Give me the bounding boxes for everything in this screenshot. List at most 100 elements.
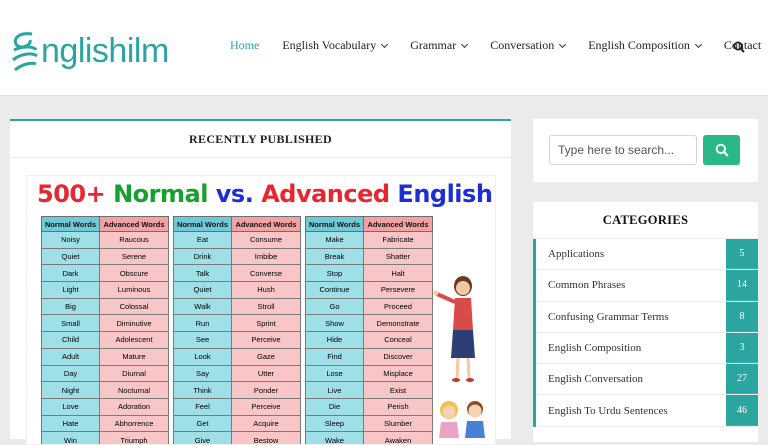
category-count: 14 — [726, 270, 758, 301]
categories-heading: CATEGORIES — [533, 202, 758, 239]
advanced-word: Fabricate — [363, 231, 433, 249]
normal-word: Walk — [173, 297, 232, 316]
categories-list: Applications 5 Common Phrases 14 Confusing… — [533, 239, 758, 427]
category-count: 5 — [726, 239, 758, 270]
normal-word: Quiet — [173, 281, 232, 299]
word-pair-row: Go Proceed — [305, 297, 433, 316]
normal-word: Quiet — [41, 247, 100, 266]
advanced-word: Awaken — [363, 431, 433, 444]
nav-english-composition[interactable]: English Composition — [588, 38, 702, 53]
normal-word: Feel — [173, 397, 232, 416]
section-heading: RECENTLY PUBLISHED — [10, 121, 511, 158]
category-label: Applications — [548, 248, 605, 261]
title-number: 500 — [37, 180, 86, 208]
advanced-word: Perceive — [231, 331, 301, 349]
advanced-word: Adoration — [99, 397, 169, 416]
normal-word: Day — [41, 364, 100, 383]
word-pair-row: Dark Obscure — [41, 264, 169, 283]
categories-widget: CATEGORIES Applications 5 Common Phrases 1… — [533, 202, 758, 442]
normal-word: See — [173, 331, 232, 349]
word-pair-row: Look Gaze — [173, 347, 301, 366]
word-pair-row: Make Fabricate — [305, 231, 433, 249]
word-pair-row: Love Adoration — [41, 397, 169, 416]
advanced-word: Luminous — [99, 281, 169, 299]
normal-word: Live — [305, 381, 364, 399]
column-header-advanced: Advanced Words — [231, 216, 301, 232]
post-featured-image[interactable]: 500+ Normal vs. Advanced English Words N… — [26, 175, 496, 445]
word-pair-row: Quiet Serene — [41, 247, 169, 266]
advanced-word: Ponder — [231, 381, 301, 399]
normal-word: Say — [173, 364, 232, 383]
normal-word: Look — [173, 347, 232, 366]
category-item[interactable]: English Composition 3 — [536, 332, 758, 365]
title-plus: + — [85, 180, 106, 208]
chevron-down-icon — [461, 40, 469, 48]
normal-word: Lose — [305, 364, 364, 383]
site-logo[interactable]: nglishilm — [10, 26, 169, 76]
infographic-title: 500+ Normal vs. Advanced English Words — [37, 180, 495, 208]
word-pair-row: Show Demonstrate — [305, 314, 433, 333]
nav-conversation[interactable]: Conversation — [490, 38, 567, 53]
column-header-normal: Normal Words — [41, 216, 100, 232]
column-header-advanced: Advanced Words — [363, 216, 433, 232]
sidebar-search-widget: Type here to search... — [533, 119, 758, 182]
advanced-word: Consume — [231, 231, 301, 249]
word-pair-row: Big Colossal — [41, 297, 169, 316]
advanced-word: Obscure — [99, 264, 169, 283]
search-button[interactable] — [703, 135, 740, 165]
category-item[interactable]: English Conversation 27 — [536, 364, 758, 396]
normal-word: Think — [173, 381, 232, 399]
advanced-word: Demonstrate — [363, 314, 433, 333]
normal-word: Make — [305, 231, 364, 249]
nav-english-vocabulary[interactable]: English Vocabulary — [282, 38, 389, 53]
nav-label: Grammar — [410, 38, 457, 52]
nav-grammar[interactable]: Grammar — [410, 38, 469, 53]
word-pair-row: Get Acquire — [173, 414, 301, 433]
category-item[interactable]: Common Phrases 14 — [536, 270, 758, 302]
nav-label: Conversation — [490, 38, 555, 52]
title-english-words: English Words — [397, 180, 495, 208]
normal-word: Noisy — [41, 231, 100, 249]
nav-label: English Vocabulary — [282, 38, 377, 52]
chevron-down-icon — [559, 40, 567, 48]
category-item[interactable]: English To Urdu Sentences 46 — [536, 395, 758, 427]
normal-word: Win — [41, 431, 100, 444]
kids-illustration — [439, 401, 485, 438]
word-table-2: Normal Words Advanced Words Eat Consume Drin… — [173, 216, 301, 444]
recently-published-card: RECENTLY PUBLISHED 500+ Normal vs. Advan… — [10, 119, 511, 445]
word-pair-row: Lose Misplace — [305, 364, 433, 383]
word-pair-row: See Perceive — [173, 331, 301, 349]
category-count: 27 — [726, 364, 758, 395]
normal-word: Big — [41, 297, 100, 316]
nav-home[interactable]: Home — [230, 38, 259, 53]
category-item[interactable]: Applications 5 — [536, 239, 758, 271]
normal-word: Run — [173, 314, 232, 333]
normal-word: Small — [41, 314, 100, 333]
normal-word: Show — [305, 314, 364, 333]
word-pair-row: Find Discover — [305, 347, 433, 366]
advanced-word: Proceed — [363, 297, 433, 316]
advanced-word: Imbibe — [231, 247, 301, 266]
word-table-3: Normal Words Advanced Words Make Fabricate B… — [305, 216, 433, 444]
word-pair-row: Drink Imbibe — [173, 247, 301, 266]
search-icon[interactable] — [733, 41, 745, 53]
advanced-word: Colossal — [99, 297, 169, 316]
normal-word: Wake — [305, 431, 364, 444]
advanced-word: Utter — [231, 364, 301, 383]
category-item[interactable]: Confusing Grammar Terms 8 — [536, 301, 758, 333]
word-pair-row: Stop Halt — [305, 264, 433, 283]
column-header-normal: Normal Words — [173, 216, 232, 232]
normal-word: Go — [305, 297, 364, 316]
search-input[interactable]: Type here to search... — [549, 135, 697, 165]
advanced-word: Discover — [363, 347, 433, 366]
word-pair-row: Give Bestow — [173, 431, 301, 444]
normal-word: Light — [41, 281, 100, 299]
advanced-word: Abhorrence — [99, 414, 169, 433]
advanced-word: Adolescent — [99, 331, 169, 349]
category-label: Common Phrases — [548, 279, 626, 292]
category-label: English Conversation — [548, 373, 644, 386]
logo-icon — [12, 32, 38, 72]
advanced-word: Sprint — [231, 314, 301, 333]
column-header-advanced: Advanced Words — [99, 216, 169, 232]
main-nav: Home English Vocabulary Grammar Conversa… — [230, 38, 768, 53]
